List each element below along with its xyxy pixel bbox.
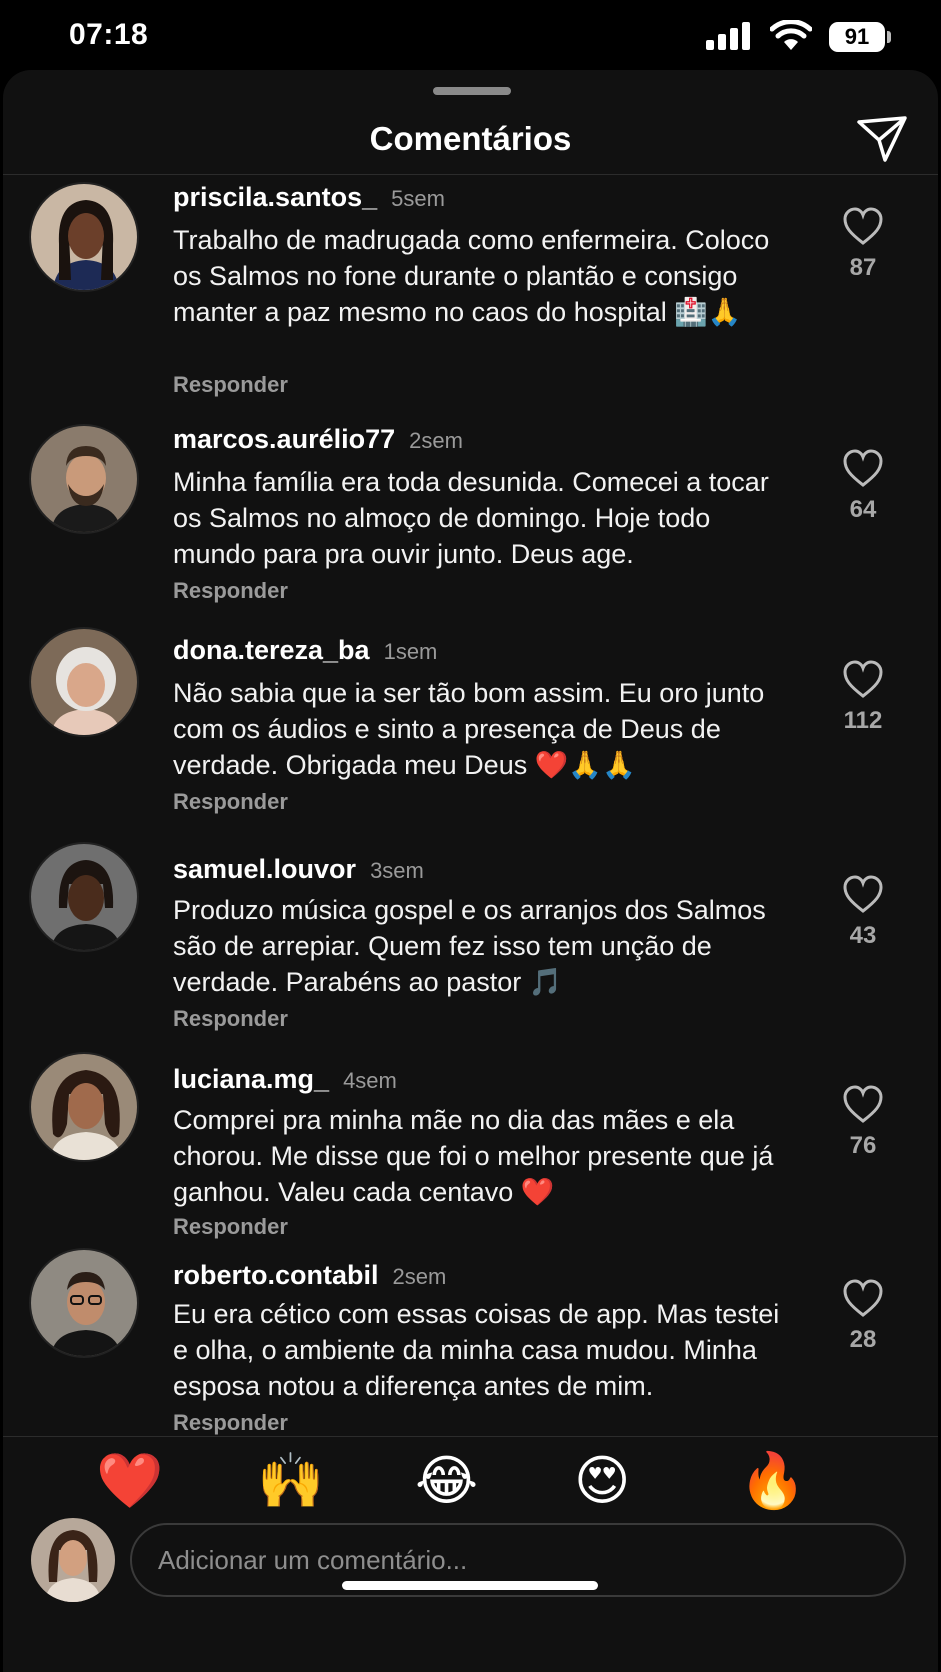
reply-button[interactable]: Responder <box>173 578 288 604</box>
comments-sheet: Comentários priscila.santos_ 5sem Trabalh… <box>3 70 938 1672</box>
like-button[interactable]: 76 <box>833 1084 893 1160</box>
avatar[interactable] <box>29 1052 139 1162</box>
comment-username[interactable]: luciana.mg_ <box>173 1064 329 1094</box>
send-icon[interactable] <box>855 114 909 164</box>
avatar[interactable] <box>29 1248 139 1358</box>
heart-outline-icon[interactable] <box>842 206 884 246</box>
comment-time: 3sem <box>370 858 424 883</box>
reply-button[interactable]: Responder <box>173 1006 288 1032</box>
comment-username[interactable]: priscila.santos_ <box>173 182 377 212</box>
divider <box>3 174 938 175</box>
divider <box>3 1436 938 1437</box>
status-bar: 07:18 91 <box>0 0 941 70</box>
like-count: 43 <box>849 922 877 949</box>
avatar[interactable] <box>29 842 139 952</box>
like-button[interactable]: 28 <box>833 1278 893 1354</box>
home-indicator[interactable] <box>342 1581 598 1590</box>
like-count: 28 <box>849 1326 877 1353</box>
reaction-raised-hands[interactable]: 🙌 <box>257 1446 324 1516</box>
comment-text: Não sabia que ia ser tão bom assim. Eu o… <box>173 678 765 780</box>
comment-text: Produzo música gospel e os arranjos dos … <box>173 895 766 997</box>
comment-username[interactable]: dona.tereza_ba <box>173 635 370 665</box>
like-button[interactable]: 87 <box>833 206 893 282</box>
comment-text: Comprei pra minha mãe no dia das mães e … <box>173 1105 774 1207</box>
reply-button[interactable]: Responder <box>173 789 288 815</box>
avatar[interactable] <box>29 424 139 534</box>
composer-area: ❤️ 🙌 😂 😍 🔥 <box>3 1436 938 1672</box>
heart-outline-icon[interactable] <box>842 1278 884 1318</box>
like-count: 112 <box>843 707 883 734</box>
reply-button[interactable]: Responder <box>173 1214 288 1240</box>
comment-time: 5sem <box>391 186 445 211</box>
comment-username[interactable]: marcos.aurélio77 <box>173 424 395 454</box>
current-user-avatar[interactable] <box>31 1518 115 1602</box>
signal-icon <box>706 22 750 50</box>
quick-reactions-bar: ❤️ 🙌 😂 😍 🔥 <box>3 1446 938 1516</box>
comment-time: 1sem <box>383 639 438 664</box>
battery-icon: 91 <box>829 22 891 52</box>
heart-outline-icon[interactable] <box>842 659 884 699</box>
reply-button[interactable]: Responder <box>173 1410 288 1436</box>
reply-button[interactable]: Responder <box>173 372 288 398</box>
avatar[interactable] <box>29 627 139 737</box>
comment-text: Minha família era toda desunida. Comecei… <box>173 467 769 569</box>
heart-outline-icon[interactable] <box>842 1084 884 1124</box>
like-button[interactable]: 64 <box>833 448 893 524</box>
like-button[interactable]: 112 <box>833 659 893 735</box>
like-count: 76 <box>849 1132 877 1159</box>
like-count: 87 <box>849 254 877 281</box>
wifi-icon <box>770 20 812 50</box>
like-count: 64 <box>849 496 877 523</box>
comment-username[interactable]: samuel.louvor <box>173 854 356 884</box>
comment-time: 4sem <box>343 1068 397 1093</box>
reaction-heart-eyes[interactable]: 😍 <box>574 1446 630 1516</box>
sheet-title: Comentários <box>369 120 572 157</box>
comment-time: 2sem <box>392 1264 447 1289</box>
sheet-grabber[interactable] <box>433 87 511 95</box>
status-time: 07:18 <box>69 18 149 51</box>
heart-outline-icon[interactable] <box>842 874 884 914</box>
avatar[interactable] <box>29 182 139 292</box>
comment-username[interactable]: roberto.contabil <box>173 1260 379 1290</box>
reaction-heart[interactable]: ❤️ <box>96 1446 163 1516</box>
reaction-fire[interactable]: 🔥 <box>739 1446 806 1516</box>
like-button[interactable]: 43 <box>833 874 893 950</box>
comment-time: 2sem <box>409 428 463 453</box>
reaction-tears-of-joy[interactable]: 😂 <box>415 1446 478 1516</box>
battery-level: 91 <box>829 22 885 52</box>
comment-text: Eu era cético com essas coisas de app. M… <box>173 1299 780 1401</box>
comment-text: Trabalho de madrugada como enfermeira. C… <box>173 225 770 327</box>
heart-outline-icon[interactable] <box>842 448 884 488</box>
